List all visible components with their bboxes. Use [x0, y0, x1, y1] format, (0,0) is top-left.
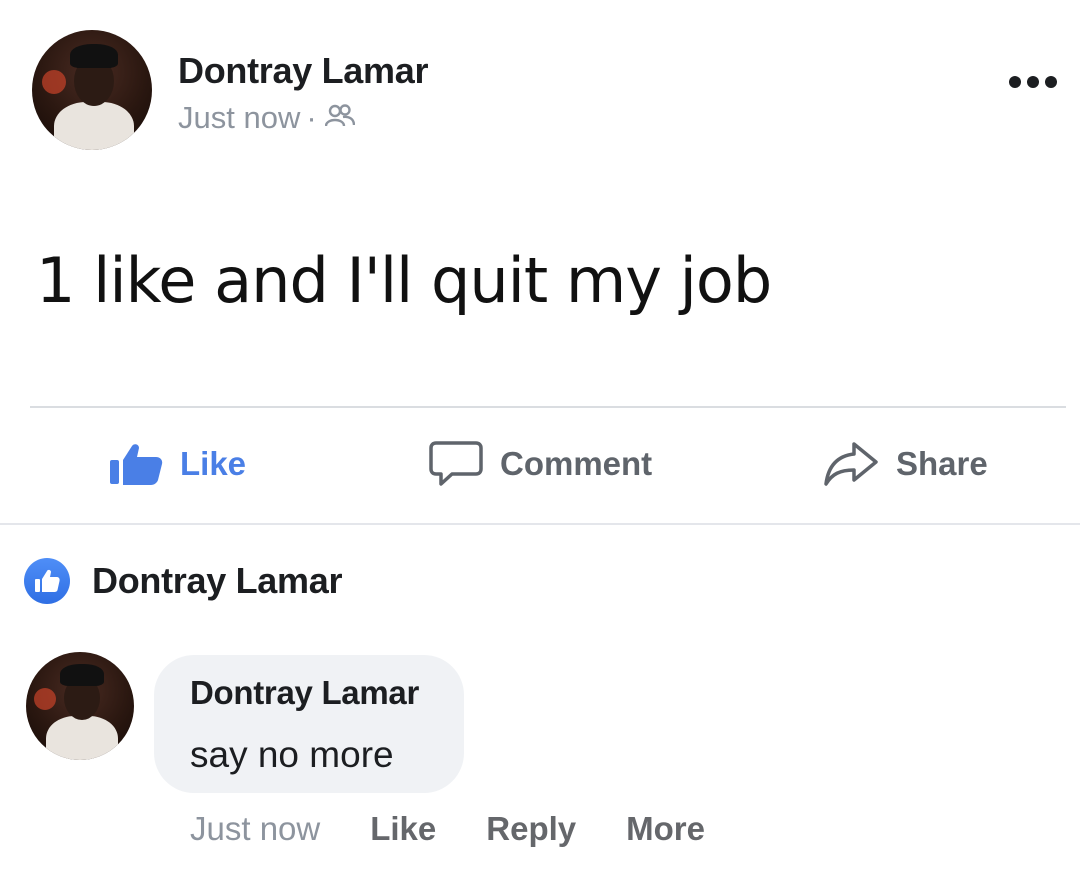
like-button[interactable]: Like: [108, 440, 246, 488]
comment-timestamp[interactable]: Just now: [190, 810, 320, 848]
comment-reply-link[interactable]: Reply: [486, 810, 576, 848]
divider: [30, 406, 1066, 408]
post-timestamp[interactable]: Just now: [178, 100, 300, 136]
share-button-label: Share: [896, 445, 988, 482]
comment-text: say no more: [190, 734, 394, 775]
like-button-label: Like: [180, 445, 247, 482]
thumbs-up-icon: [108, 442, 164, 486]
share-button[interactable]: Share: [822, 440, 988, 488]
reaction-summary[interactable]: Dontray Lamar: [24, 558, 342, 604]
thumbs-up-icon: [24, 558, 70, 604]
post-author-avatar[interactable]: [32, 30, 152, 150]
comment-actions: Just now Like Reply More: [190, 810, 755, 848]
meta-separator: ·: [306, 100, 317, 135]
comment-author-avatar[interactable]: [26, 652, 134, 760]
share-arrow-icon: [822, 440, 880, 488]
more-options-icon[interactable]: [1008, 58, 1058, 89]
post-meta: Just now ·: [178, 100, 355, 136]
comment-icon: [428, 439, 484, 489]
comment-more-link[interactable]: More: [626, 810, 705, 848]
post-body: 1 like and I'll quit my job: [36, 244, 772, 317]
comment-button[interactable]: Comment: [428, 440, 652, 488]
post-author-name[interactable]: Dontray Lamar: [178, 50, 428, 92]
liker-name[interactable]: Dontray Lamar: [92, 560, 342, 602]
comment-button-label: Comment: [500, 445, 653, 482]
comment-author-name[interactable]: Dontray Lamar: [190, 674, 419, 712]
divider: [0, 523, 1080, 525]
friends-icon[interactable]: [324, 100, 355, 136]
comment-like-link[interactable]: Like: [370, 810, 436, 848]
